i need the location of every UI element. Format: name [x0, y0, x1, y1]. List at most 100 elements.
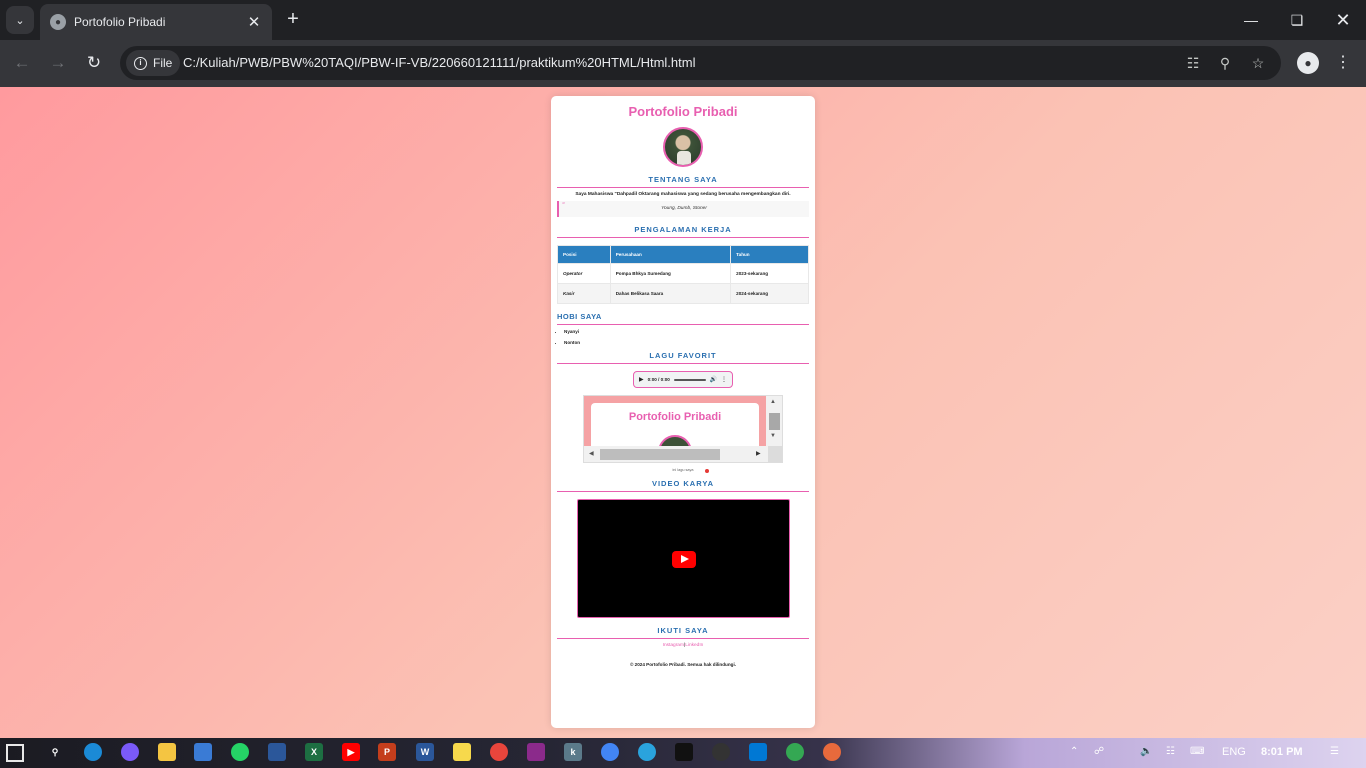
tray-network-icon[interactable]: ☍ [1094, 746, 1104, 757]
table-row: Operator Pompa Bhkya Sumedang 2023-sekar… [557, 263, 809, 284]
table-cell: 2024-sekarang [730, 283, 809, 304]
window-restore-icon[interactable]: ❏ [1274, 0, 1320, 40]
winrar-icon[interactable] [527, 743, 545, 761]
paint-icon[interactable] [823, 743, 841, 761]
quote-text: Young, Dumb, Stoner [661, 206, 707, 211]
table-cell: Kasir [557, 283, 611, 304]
scroll-up-arrow-icon[interactable]: ▲ [770, 399, 776, 405]
k-app-icon[interactable]: k [564, 743, 582, 761]
embed-caption: ini lagu saya [672, 468, 694, 472]
audio-progress-track[interactable] [673, 378, 706, 381]
songs-heading: LAGU FAVORIT [557, 351, 809, 364]
linkedin-link[interactable]: LinkedIn [685, 643, 703, 648]
browser-toolbar: ← → ↻ i File C:/Kuliah/PWB/PBW%20TAQI/PB… [0, 40, 1366, 87]
vertical-scrollbar[interactable]: ▲ ▼ [766, 396, 782, 447]
address-bar[interactable]: i File C:/Kuliah/PWB/PBW%20TAQI/PBW-IF-V… [120, 46, 1281, 80]
page-viewport: Portofolio Pribadi TENTANG SAYA Saya Mah… [0, 87, 1366, 738]
vscode-icon[interactable] [749, 743, 767, 761]
scroll-down-arrow-icon[interactable]: ▼ [770, 433, 776, 439]
scroll-left-arrow-icon[interactable]: ◀ [589, 450, 594, 457]
zoom-icon[interactable]: ⚲ [1215, 53, 1235, 73]
store-icon[interactable] [194, 743, 212, 761]
scroll-right-arrow-icon[interactable]: ▶ [756, 450, 761, 457]
youtube-play-icon[interactable] [671, 551, 696, 568]
notification-icon[interactable]: ☰ [1330, 746, 1339, 757]
info-icon: i [134, 56, 147, 70]
site-chip-label: File [153, 56, 173, 70]
list-item: Nyanyi [564, 329, 809, 334]
about-heading: TENTANG SAYA [557, 175, 809, 188]
profile-icon[interactable]: ● [1297, 52, 1319, 74]
windows-taskbar: ⚲ X ▶ P W k ⌃ ☍ 🔈 ☷ ⌨ ENG 8:01 PM ☰ [0, 738, 1366, 768]
window-minimize-icon[interactable]: — [1228, 0, 1274, 40]
tray-chevron-icon[interactable]: ⌃ [1070, 746, 1078, 757]
experience-table: Posisi Perusahaan Tahun Operator Pompa B… [557, 245, 809, 304]
audio-player[interactable]: ▶ 0:00 / 0:00 🔊 ⋮ [633, 371, 733, 388]
capcut-icon[interactable] [675, 743, 693, 761]
globe-icon: ● [50, 14, 66, 30]
youtube-icon[interactable]: ▶ [342, 743, 360, 761]
horizontal-scrollbar[interactable]: ◀ ▶ [584, 446, 782, 462]
audio-time: 0:00 / 0:00 [647, 377, 670, 382]
tray-volume-icon[interactable]: 🔈 [1140, 746, 1152, 757]
experience-heading: PENGALAMAN KERJA [557, 225, 809, 238]
site-info-chip[interactable]: i File [126, 50, 181, 76]
tab-close-icon[interactable]: ✕ [246, 13, 262, 31]
excel-icon[interactable]: X [305, 743, 323, 761]
vertical-scroll-thumb[interactable] [769, 413, 780, 430]
page-title: Portofolio Pribadi [628, 104, 738, 119]
powerpoint-icon[interactable]: P [378, 743, 396, 761]
file-explorer-icon[interactable] [158, 743, 176, 761]
tab-title: Portofolio Pribadi [74, 15, 166, 29]
play-icon[interactable]: ▶ [639, 376, 644, 383]
volume-icon[interactable]: 🔊 [710, 376, 717, 383]
github-icon[interactable] [712, 743, 730, 761]
video-embed[interactable] [576, 499, 790, 618]
instagram-link[interactable]: Instagram [663, 643, 684, 648]
back-arrow-icon[interactable]: ← [9, 50, 35, 76]
sticky-notes-icon[interactable] [453, 743, 471, 761]
search-icon[interactable]: ⚲ [46, 743, 64, 761]
copilot-icon[interactable] [121, 743, 139, 761]
table-row: Kasir Dahas Belikasa Saara 2024-sekarang [557, 283, 809, 304]
list-item: Nonton [564, 340, 809, 345]
reload-icon[interactable]: ↻ [81, 50, 107, 76]
chrome-profile-icon[interactable] [601, 743, 619, 761]
embedded-frame[interactable]: Portofolio Pribadi ▲ ▼ ◀ ▶ [583, 395, 783, 463]
tab-search-chevron-icon[interactable]: ⌄ [6, 6, 34, 34]
embed-caption-row: ini lagu saya [557, 468, 809, 475]
table-header-cell: Posisi [557, 245, 611, 264]
bookmark-star-icon[interactable]: ☆ [1248, 53, 1268, 73]
forward-arrow-icon[interactable]: → [45, 50, 71, 76]
embedded-title: Portofolio Pribadi [628, 411, 722, 423]
word-icon[interactable]: W [416, 743, 434, 761]
translate-icon[interactable]: ☷ [1183, 53, 1203, 73]
more-options-icon[interactable]: ⋮ [721, 376, 727, 383]
tray-clock[interactable]: 8:01 PM [1261, 746, 1303, 758]
horizontal-scroll-thumb[interactable] [600, 449, 720, 460]
chrome-icon-2[interactable] [786, 743, 804, 761]
edge-browser-icon[interactable] [84, 743, 102, 761]
follow-heading: IKUTI SAYA [557, 626, 809, 639]
start-windows-icon[interactable] [6, 744, 24, 762]
hobbies-list: Nyanyi Nonton [557, 329, 809, 345]
whatsapp-icon[interactable] [231, 743, 249, 761]
chrome-icon[interactable] [490, 743, 508, 761]
table-cell: Pompa Bhkya Sumedang [609, 263, 732, 284]
telegram-icon[interactable] [638, 743, 656, 761]
portfolio-card: Portofolio Pribadi TENTANG SAYA Saya Mah… [551, 96, 815, 728]
new-tab-plus-icon[interactable]: + [282, 8, 304, 30]
keyboard-icon[interactable] [268, 743, 286, 761]
about-text: Saya Mahasiswa "Dahpadil Oktarang mahasi… [575, 192, 791, 197]
tray-language[interactable]: ENG [1222, 746, 1246, 758]
tray-wifi-icon[interactable]: ☷ [1166, 746, 1175, 757]
url-text[interactable]: C:/Kuliah/PWB/PBW%20TAQI/PBW-IF-VB/22066… [183, 55, 695, 70]
avatar [663, 127, 703, 167]
scrollbar-corner [768, 446, 782, 462]
social-links: Instagram|LinkedIn [557, 643, 809, 648]
table-header-cell: Perusahaan [609, 245, 732, 264]
window-close-icon[interactable]: ✕ [1320, 0, 1366, 40]
browser-tab[interactable]: ● Portofolio Pribadi ✕ [40, 4, 272, 40]
menu-kebab-icon[interactable]: ⋮ [1334, 52, 1352, 74]
tray-keyboard-icon[interactable]: ⌨ [1190, 746, 1204, 757]
